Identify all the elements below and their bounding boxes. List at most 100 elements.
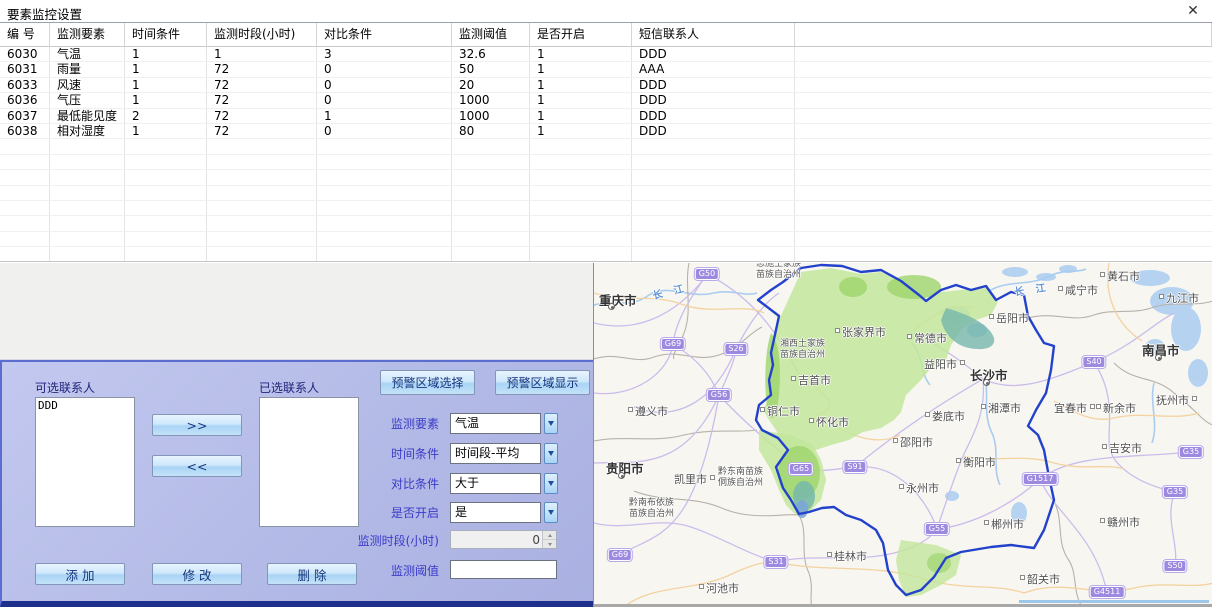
table-cell [530,247,632,261]
table-cell [317,201,452,215]
city-marker-icon [960,360,965,365]
table-empty-row[interactable] [0,186,1212,201]
map-city-label: 咸宁市 [1065,282,1098,298]
map-city-label: 永州市 [906,480,939,496]
map-district-label: 恩施土家族苗族自治州 [756,263,801,281]
table-cell: 1 [125,62,207,76]
map-city-label: 赣州市 [1107,514,1140,530]
table-filler-cell [795,93,1212,107]
table-cell [530,201,632,215]
monitor-element-select[interactable]: 气温 [450,413,541,434]
table-cell [125,155,207,169]
warning-region-map[interactable]: 重庆市张家界市常德市益阳市岳阳市长沙市湘潭市娄底市邵阳市衡阳市永州市怀化市吉首市… [593,263,1212,607]
empty-gap-region [0,263,593,360]
table-row[interactable]: 6038相对湿度1720801DDD [0,124,1212,139]
available-contact-item[interactable]: DDD [36,398,134,413]
table-cell [632,155,795,169]
compare-condition-select[interactable]: 大于 [450,473,541,494]
table-cell: 气压 [50,93,125,107]
move-right-button[interactable]: >> [152,414,242,436]
table-row[interactable]: 6033风速1720201DDD [0,78,1212,93]
table-cell [530,170,632,184]
available-contacts-label: 可选联系人 [35,379,95,396]
table-cell: 1 [530,124,632,138]
city-marker-icon [835,328,840,333]
table-empty-row[interactable] [0,170,1212,185]
table-cell: 6038 [0,124,50,138]
monitor-elements-table[interactable]: 编 号监测要素时间条件监测时段(小时)对比条件监测阈值是否开启短信联系人6030… [0,22,1212,262]
table-cell [632,247,795,261]
map-city-label: 宜春市 [1054,400,1087,416]
add-button[interactable]: 添 加 [35,563,125,585]
map-city-label: 郴州市 [991,516,1024,532]
monitor-settings-window: 要素监控设置 ✕ 编 号监测要素时间条件监测时段(小时)对比条件监测阈值是否开启… [0,0,1212,607]
table-cell [317,232,452,246]
table-cell [632,232,795,246]
city-marker-icon [1102,444,1107,449]
city-marker-icon [956,458,961,463]
road-badge: G1517 [1023,473,1058,485]
time-condition-select[interactable]: 时间段-平均 [450,443,541,464]
table-cell [50,216,125,230]
table-empty-row[interactable] [0,216,1212,231]
table-row[interactable]: 6036气压172010001DDD [0,93,1212,108]
enabled-dropdown-arrow-icon[interactable] [544,502,558,523]
delete-button[interactable]: 删 除 [267,563,357,585]
city-marker-icon [925,412,930,417]
city-marker-icon [1159,294,1164,299]
available-contacts-list[interactable]: DDD [35,397,135,527]
threshold-input[interactable] [450,560,557,579]
time-condition-dropdown-arrow-icon[interactable] [544,443,558,464]
spinner-arrows-icon[interactable] [542,531,556,548]
warning-overlay [759,268,998,597]
table-cell: 72 [207,78,317,92]
map-city-label: 湘潭市 [988,400,1021,416]
map-city-label: 新余市 [1103,400,1136,416]
warn-area-select-button[interactable]: 预警区域选择 [380,370,475,395]
table-cell [632,139,795,153]
monitor-element-dropdown-arrow-icon[interactable] [544,413,558,434]
map-city-label: 娄底市 [932,408,965,424]
table-row[interactable]: 6030气温11332.61DDD [0,47,1212,62]
table-cell [0,201,50,215]
road-badge: G69 [661,338,685,350]
table-cell [0,186,50,200]
monitor-period-spinner[interactable]: 0 [450,530,557,549]
move-left-button[interactable]: << [152,455,242,477]
city-marker-icon [893,438,898,443]
warn-area-display-button[interactable]: 预警区域显示 [495,370,590,395]
table-empty-row[interactable] [0,139,1212,154]
table-cell [125,247,207,261]
map-city-label: 怀化市 [816,414,849,430]
city-marker-icon [989,314,994,319]
enabled-select[interactable]: 是 [450,502,541,523]
table-cell: 3 [317,47,452,61]
table-empty-row[interactable] [0,247,1212,262]
compare-condition-dropdown-arrow-icon[interactable] [544,473,558,494]
modify-button[interactable]: 修 改 [152,563,242,585]
table-cell: 72 [207,124,317,138]
city-marker-icon [628,407,633,412]
city-marker-icon [984,520,989,525]
map-city-label: 益阳市 [924,356,957,372]
table-row[interactable]: 6031雨量1720501AAA [0,62,1212,77]
table-cell [530,216,632,230]
table-cell [632,186,795,200]
table-cell: 时间条件 [125,23,207,47]
table-cell: 1000 [452,93,530,107]
table-row[interactable]: 6037最低能见度272110001DDD [0,109,1212,124]
table-empty-row[interactable] [0,155,1212,170]
table-empty-row[interactable] [0,201,1212,216]
city-marker-icon [1096,404,1101,409]
table-cell: 6036 [0,93,50,107]
map-horizontal-scrollbar[interactable] [1019,600,1209,603]
table-empty-row[interactable] [0,232,1212,247]
map-city-label: 遵义市 [635,403,668,419]
table-cell [207,247,317,261]
table-cell [125,186,207,200]
close-icon[interactable]: ✕ [1184,3,1202,19]
map-city-label: 张家界市 [842,324,886,340]
table-cell [207,201,317,215]
table-filler-cell [795,247,1212,261]
city-marker-icon [699,584,704,589]
